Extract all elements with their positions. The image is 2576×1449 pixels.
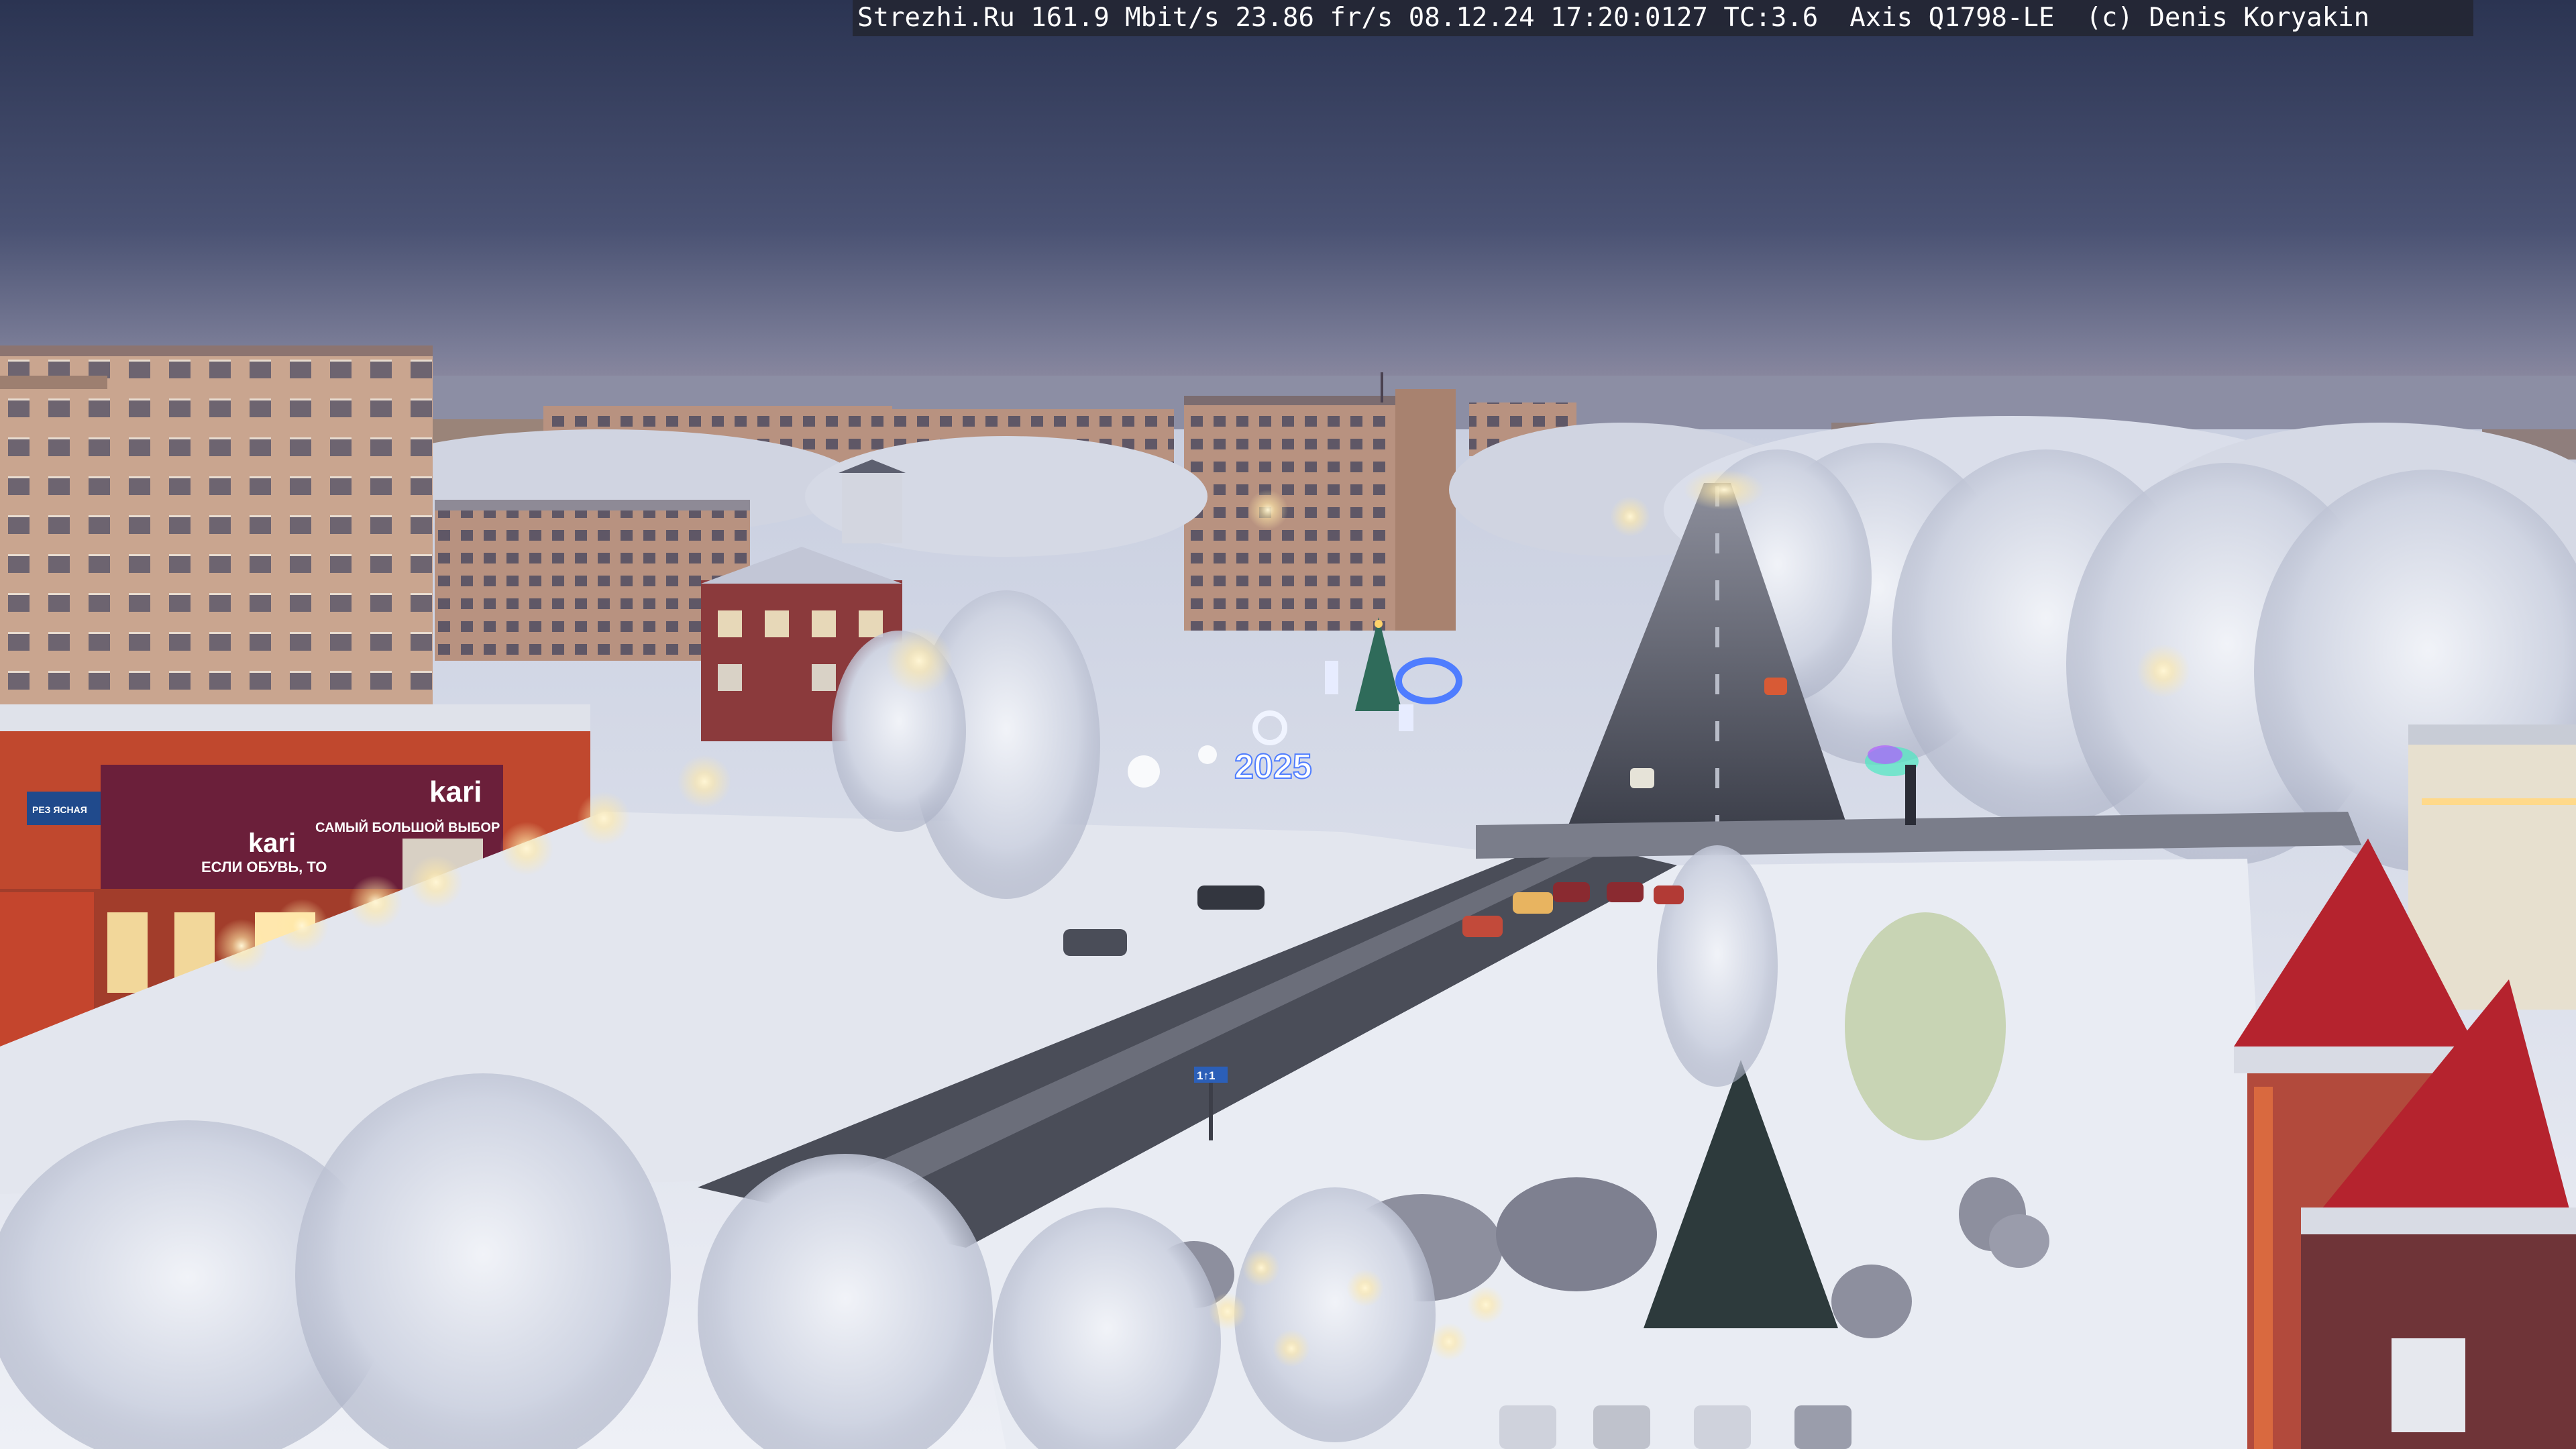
store-brand-left: kari <box>248 828 296 858</box>
central-apartment-block <box>1184 372 1456 631</box>
car <box>1513 892 1553 914</box>
car <box>1794 1405 1851 1449</box>
store-brand-right: kari <box>429 775 482 808</box>
camera-info-overlay: Strezhi.Ru 161.9 Mbit/s 23.86 fr/s 08.12… <box>853 0 2473 36</box>
car <box>1630 768 1654 788</box>
year-2025-decoration: 2025 <box>1234 747 1312 786</box>
car <box>1499 1405 1556 1449</box>
car <box>1593 1405 1650 1449</box>
store-slogan-right: САМЫЙ БОЛЬШОЙ ВЫБОР <box>315 819 500 835</box>
avenue-light-haze <box>1684 470 1764 510</box>
car <box>1607 882 1644 902</box>
store-small-sign-text: РЕЗ ЯСНАЯ <box>32 804 87 815</box>
store-slogan-left: ЕСЛИ ОБУВЬ, ТО <box>201 859 327 875</box>
car <box>1553 882 1590 902</box>
car <box>1764 678 1787 695</box>
left-apartment-block <box>0 345 433 755</box>
small-store-sign: РЕЗ ЯСНАЯ <box>27 792 101 825</box>
car <box>1654 885 1684 904</box>
winter-city-webcam-view: ЕСЛИ ОБУВЬ, ТО kari САМЫЙ БОЛЬШОЙ ВЫБОР … <box>0 0 2576 1449</box>
car <box>1462 916 1503 937</box>
car <box>1197 885 1265 910</box>
car <box>1063 929 1127 956</box>
car <box>1694 1405 1751 1449</box>
lane-sign-text: 1↑1 <box>1197 1069 1215 1082</box>
